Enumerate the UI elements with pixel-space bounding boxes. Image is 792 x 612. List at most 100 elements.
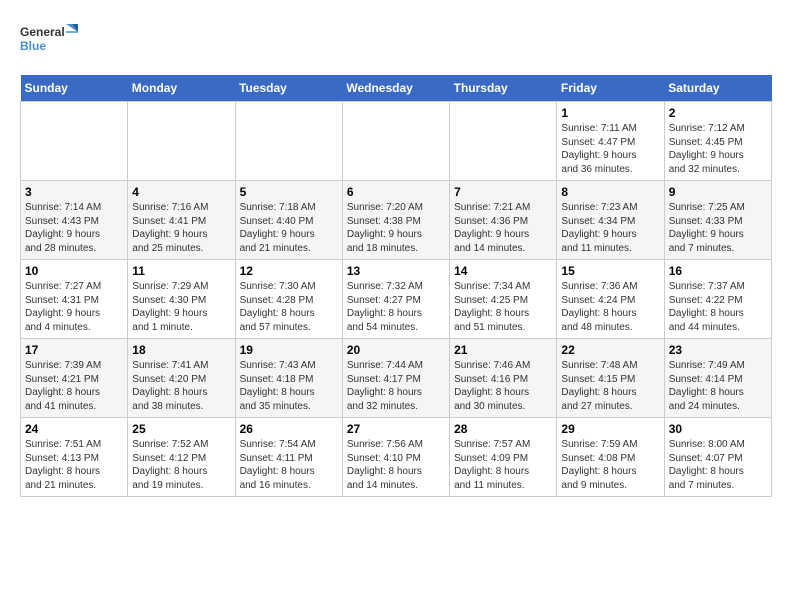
day-info: Sunrise: 7:25 AM Sunset: 4:33 PM Dayligh… <box>669 201 767 255</box>
day-number: 26 <box>240 422 338 436</box>
calendar-cell <box>342 102 449 181</box>
day-number: 16 <box>669 264 767 278</box>
day-info: Sunrise: 7:34 AM Sunset: 4:25 PM Dayligh… <box>454 280 552 334</box>
day-number: 28 <box>454 422 552 436</box>
calendar-cell <box>235 102 342 181</box>
header-day-thursday: Thursday <box>450 75 557 102</box>
day-number: 24 <box>25 422 123 436</box>
day-info: Sunrise: 7:30 AM Sunset: 4:28 PM Dayligh… <box>240 280 338 334</box>
calendar-cell: 5Sunrise: 7:18 AM Sunset: 4:40 PM Daylig… <box>235 181 342 260</box>
calendar-cell <box>21 102 128 181</box>
day-number: 21 <box>454 343 552 357</box>
week-row-4: 17Sunrise: 7:39 AM Sunset: 4:21 PM Dayli… <box>21 339 772 418</box>
calendar-cell: 3 Sunrise: 7:14 AM Sunset: 4:43 PM Daylig… <box>21 181 128 260</box>
day-number: 14 <box>454 264 552 278</box>
day-info: Sunrise: 7:12 AM Sunset: 4:45 PM Dayligh… <box>669 122 767 176</box>
header-day-wednesday: Wednesday <box>342 75 449 102</box>
svg-text:Blue: Blue <box>20 39 46 53</box>
calendar-cell: 24 Sunrise: 7:51 AM Sunset: 4:13 PM Dayli… <box>21 418 128 497</box>
day-info: Sunrise: 7:41 AM Sunset: 4:20 PM Dayligh… <box>132 359 230 413</box>
header-day-monday: Monday <box>128 75 235 102</box>
header-day-sunday: Sunday <box>21 75 128 102</box>
page-header: General Blue <box>20 20 772 65</box>
day-number: 18 <box>132 343 230 357</box>
day-info: Sunrise: 7:49 AM Sunset: 4:14 PM Dayligh… <box>669 359 767 413</box>
logo: General Blue <box>20 20 80 65</box>
day-number: 4 <box>132 185 230 199</box>
day-info: Sunrise: 7:56 AM Sunset: 4:10 PM Dayligh… <box>347 438 445 492</box>
calendar-cell <box>128 102 235 181</box>
day-info: Sunrise: 7:46 AM Sunset: 4:16 PM Dayligh… <box>454 359 552 413</box>
day-info: Sunrise: 7:48 AM Sunset: 4:15 PM Dayligh… <box>561 359 659 413</box>
day-number: 7 <box>454 185 552 199</box>
calendar-cell: 14 Sunrise: 7:34 AM Sunset: 4:25 PM Dayli… <box>450 260 557 339</box>
calendar-cell: 20 Sunrise: 7:44 AM Sunset: 4:17 PM Dayli… <box>342 339 449 418</box>
calendar-cell: 8Sunrise: 7:23 AM Sunset: 4:34 PM Daylig… <box>557 181 664 260</box>
day-info: Sunrise: 7:11 AM Sunset: 4:47 PM Dayligh… <box>561 122 659 176</box>
day-info: Sunrise: 7:29 AM Sunset: 4:30 PM Dayligh… <box>132 280 230 334</box>
day-number: 1 <box>561 106 659 120</box>
day-number: 15 <box>561 264 659 278</box>
day-number: 19 <box>240 343 338 357</box>
week-row-1: 1 Sunrise: 7:11 AM Sunset: 4:47 PM Daylig… <box>21 102 772 181</box>
calendar-cell: 6Sunrise: 7:20 AM Sunset: 4:38 PM Daylig… <box>342 181 449 260</box>
week-row-2: 3 Sunrise: 7:14 AM Sunset: 4:43 PM Daylig… <box>21 181 772 260</box>
day-info: Sunrise: 7:44 AM Sunset: 4:17 PM Dayligh… <box>347 359 445 413</box>
day-number: 17 <box>25 343 123 357</box>
header-day-tuesday: Tuesday <box>235 75 342 102</box>
day-info: Sunrise: 7:27 AM Sunset: 4:31 PM Dayligh… <box>25 280 123 334</box>
day-info: Sunrise: 7:21 AM Sunset: 4:36 PM Dayligh… <box>454 201 552 255</box>
calendar-cell: 30 Sunrise: 8:00 AM Sunset: 4:07 PM Dayli… <box>664 418 771 497</box>
day-info: Sunrise: 8:00 AM Sunset: 4:07 PM Dayligh… <box>669 438 767 492</box>
day-info: Sunrise: 7:36 AM Sunset: 4:24 PM Dayligh… <box>561 280 659 334</box>
day-number: 11 <box>132 264 230 278</box>
calendar-cell: 28Sunrise: 7:57 AM Sunset: 4:09 PM Dayli… <box>450 418 557 497</box>
day-number: 2 <box>669 106 767 120</box>
calendar-cell: 15 Sunrise: 7:36 AM Sunset: 4:24 PM Dayli… <box>557 260 664 339</box>
calendar-cell: 2 Sunrise: 7:12 AM Sunset: 4:45 PM Daylig… <box>664 102 771 181</box>
day-number: 23 <box>669 343 767 357</box>
day-number: 9 <box>669 185 767 199</box>
day-number: 12 <box>240 264 338 278</box>
week-row-5: 24 Sunrise: 7:51 AM Sunset: 4:13 PM Dayli… <box>21 418 772 497</box>
calendar-cell: 11 Sunrise: 7:29 AM Sunset: 4:30 PM Dayli… <box>128 260 235 339</box>
calendar-cell: 17Sunrise: 7:39 AM Sunset: 4:21 PM Dayli… <box>21 339 128 418</box>
day-info: Sunrise: 7:20 AM Sunset: 4:38 PM Dayligh… <box>347 201 445 255</box>
calendar-cell: 16Sunrise: 7:37 AM Sunset: 4:22 PM Dayli… <box>664 260 771 339</box>
calendar-cell: 4 Sunrise: 7:16 AM Sunset: 4:41 PM Daylig… <box>128 181 235 260</box>
day-number: 20 <box>347 343 445 357</box>
day-info: Sunrise: 7:54 AM Sunset: 4:11 PM Dayligh… <box>240 438 338 492</box>
day-number: 3 <box>25 185 123 199</box>
calendar-header: SundayMondayTuesdayWednesdayThursdayFrid… <box>21 75 772 102</box>
header-day-saturday: Saturday <box>664 75 771 102</box>
calendar-cell: 7 Sunrise: 7:21 AM Sunset: 4:36 PM Daylig… <box>450 181 557 260</box>
day-info: Sunrise: 7:32 AM Sunset: 4:27 PM Dayligh… <box>347 280 445 334</box>
day-number: 27 <box>347 422 445 436</box>
day-number: 5 <box>240 185 338 199</box>
day-number: 22 <box>561 343 659 357</box>
calendar-cell: 27 Sunrise: 7:56 AM Sunset: 4:10 PM Dayli… <box>342 418 449 497</box>
header-row: SundayMondayTuesdayWednesdayThursdayFrid… <box>21 75 772 102</box>
calendar-table: SundayMondayTuesdayWednesdayThursdayFrid… <box>20 75 772 497</box>
calendar-cell: 23 Sunrise: 7:49 AM Sunset: 4:14 PM Dayli… <box>664 339 771 418</box>
day-number: 8 <box>561 185 659 199</box>
calendar-cell: 25 Sunrise: 7:52 AM Sunset: 4:12 PM Dayli… <box>128 418 235 497</box>
day-number: 30 <box>669 422 767 436</box>
day-number: 10 <box>25 264 123 278</box>
day-info: Sunrise: 7:52 AM Sunset: 4:12 PM Dayligh… <box>132 438 230 492</box>
calendar-cell: 9 Sunrise: 7:25 AM Sunset: 4:33 PM Daylig… <box>664 181 771 260</box>
calendar-cell: 10 Sunrise: 7:27 AM Sunset: 4:31 PM Dayli… <box>21 260 128 339</box>
calendar-cell <box>450 102 557 181</box>
day-info: Sunrise: 7:16 AM Sunset: 4:41 PM Dayligh… <box>132 201 230 255</box>
day-number: 29 <box>561 422 659 436</box>
calendar-cell: 19Sunrise: 7:43 AM Sunset: 4:18 PM Dayli… <box>235 339 342 418</box>
svg-text:General: General <box>20 25 65 39</box>
calendar-body: 1 Sunrise: 7:11 AM Sunset: 4:47 PM Daylig… <box>21 102 772 497</box>
calendar-cell: 21 Sunrise: 7:46 AM Sunset: 4:16 PM Dayli… <box>450 339 557 418</box>
calendar-cell: 26 Sunrise: 7:54 AM Sunset: 4:11 PM Dayli… <box>235 418 342 497</box>
header-day-friday: Friday <box>557 75 664 102</box>
day-info: Sunrise: 7:51 AM Sunset: 4:13 PM Dayligh… <box>25 438 123 492</box>
day-info: Sunrise: 7:14 AM Sunset: 4:43 PM Dayligh… <box>25 201 123 255</box>
calendar-cell: 29Sunrise: 7:59 AM Sunset: 4:08 PM Dayli… <box>557 418 664 497</box>
day-number: 25 <box>132 422 230 436</box>
